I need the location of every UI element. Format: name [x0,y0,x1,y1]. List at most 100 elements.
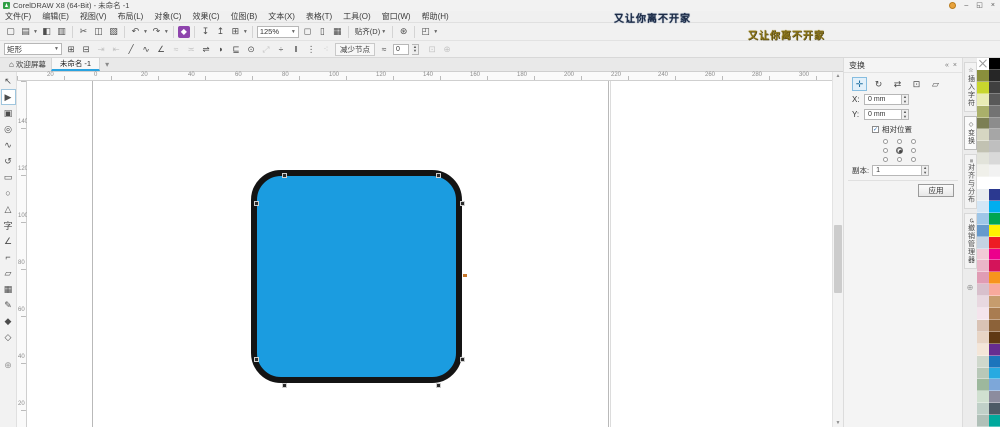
add-node-button[interactable]: ⊞ [65,43,77,55]
cusp-node-button[interactable]: ∠ [155,43,167,55]
color-swatch[interactable] [988,81,1000,94]
extend-curve-button[interactable]: ⊙ [245,43,257,55]
anchor-point-8[interactable] [910,157,916,162]
full-screen-preview-button[interactable]: ◻ [301,25,314,38]
color-swatch[interactable] [977,165,989,178]
reverse-direction-button[interactable]: ⇌ [200,43,212,55]
anchor-point-1[interactable] [896,139,902,144]
color-swatch[interactable] [977,367,989,380]
node-handle[interactable] [254,357,259,362]
color-swatch[interactable] [977,403,989,416]
artistic-media-tool[interactable]: ↺ [1,153,16,169]
anchor-point-6[interactable] [882,157,888,162]
chevron-down-icon[interactable]: ▼ [243,29,248,35]
color-swatch[interactable] [988,105,1000,118]
options-button[interactable]: ⊛ [397,25,410,38]
to-line-button[interactable]: ╱ [125,43,137,55]
color-swatch[interactable] [977,105,989,118]
minimize-button[interactable]: – [964,1,968,10]
color-swatch[interactable] [988,284,1000,297]
menu-11[interactable]: 帮助(H) [422,11,449,22]
node-handle[interactable] [460,201,465,206]
drawing-canvas[interactable] [27,81,832,427]
zoom-tool[interactable]: ◎ [1,121,16,137]
x-input[interactable]: 0 mm [864,94,902,105]
node-handle[interactable] [282,383,287,388]
rectangle-tool[interactable]: ▭ [1,169,16,185]
account-icon[interactable] [949,2,957,9]
connector-tool[interactable]: ⌐ [1,249,16,265]
export-button[interactable]: ↥ [214,25,227,38]
docker-tab-insert-character[interactable]: ☆插入字符 [963,62,977,112]
ellipse-tool[interactable]: ○ [1,185,16,201]
color-swatch[interactable] [988,200,1000,213]
color-swatch[interactable] [988,319,1000,332]
new-document-button[interactable]: ▢ [4,25,17,38]
reduce-nodes-button[interactable]: 减少节点 [335,42,375,56]
color-swatch[interactable] [977,379,989,392]
color-swatch[interactable] [977,69,989,82]
anchor-point-7[interactable] [896,157,902,162]
color-swatch[interactable] [988,391,1000,404]
node-handle[interactable] [254,201,259,206]
color-swatch[interactable] [977,141,989,154]
node-handle[interactable] [436,383,441,388]
transform-mode-scale-mirror[interactable]: ⇄ [890,77,905,91]
align-nodes-button[interactable]: ‖ [290,43,302,55]
chevron-down-icon[interactable]: ▼ [33,29,38,35]
horizontal-ruler[interactable]: 20 0 20 40 60 80 100 120 140 160 180 200 220 240 260 28… [17,72,832,81]
welcome-screen-tab[interactable]: ⌂ 欢迎屏幕 [4,58,51,71]
polygon-tool[interactable]: △ [1,201,16,217]
color-swatch[interactable] [977,331,989,344]
node-handle[interactable] [436,173,441,178]
dimension-tool[interactable]: ∠ [1,233,16,249]
menu-9[interactable]: 工具(O) [343,11,371,22]
color-swatch[interactable] [988,129,1000,142]
color-swatch[interactable] [977,415,989,427]
restore-button[interactable]: ◱ [976,1,983,10]
y-stepper[interactable]: ▲ ▼ [902,109,909,120]
search-content-button[interactable]: ◆ [177,25,190,38]
document-tab-active[interactable]: 未命名 -1 [50,58,101,71]
freehand-tool[interactable]: ∿ [1,137,16,153]
open-button[interactable]: ▤ [19,25,32,38]
scroll-down-icon[interactable]: ▼ [833,420,843,426]
vertical-scrollbar[interactable]: ▲ ▼ [832,72,843,427]
color-swatch[interactable] [988,141,1000,154]
color-swatch[interactable] [977,260,989,273]
node-handle[interactable] [460,357,465,362]
color-swatch[interactable] [988,58,1000,70]
color-swatch[interactable] [977,343,989,356]
copy-button[interactable]: ◫ [92,25,105,38]
color-swatch[interactable] [977,355,989,368]
transparency-tool[interactable]: ▦ [1,281,16,297]
shape-tool[interactable]: ▶ [0,89,16,105]
customize-toolbox[interactable]: ⊕ [1,357,16,373]
menu-7[interactable]: 文本(X) [268,11,295,22]
anchor-point-4[interactable] [896,148,902,153]
transform-mode-skew[interactable]: ▱ [928,77,943,91]
color-swatch[interactable] [977,177,989,189]
copies-input[interactable]: 1 [872,165,923,176]
color-swatch[interactable] [988,415,1000,427]
import-button[interactable]: ↧ [199,25,212,38]
add-docker-button[interactable]: ⊕ [967,283,974,292]
color-swatch[interactable] [977,117,989,130]
extract-subpath-button[interactable]: ⊑ [230,43,242,55]
anchor-point-3[interactable] [882,148,888,153]
color-swatch[interactable] [977,81,989,94]
menu-0[interactable]: 文件(F) [5,11,31,22]
chevron-down-icon[interactable]: ▼ [433,29,438,35]
transform-mode-rotate[interactable]: ↻ [871,77,886,91]
color-eyedropper-tool[interactable]: ✎ [1,297,16,313]
relative-position-checkbox[interactable]: ✓ [872,126,879,133]
menu-3[interactable]: 布局(L) [118,11,144,22]
color-swatch[interactable] [988,224,1000,237]
docker-tab-align-distribute[interactable]: ≡对齐与分布 [963,154,977,209]
show-grid-button[interactable]: ▦ [331,25,344,38]
color-swatch[interactable] [977,200,989,213]
color-swatch[interactable] [988,260,1000,273]
docker-close-button[interactable]: × [953,62,957,69]
node-handle[interactable] [282,173,287,178]
color-swatch[interactable] [988,308,1000,320]
